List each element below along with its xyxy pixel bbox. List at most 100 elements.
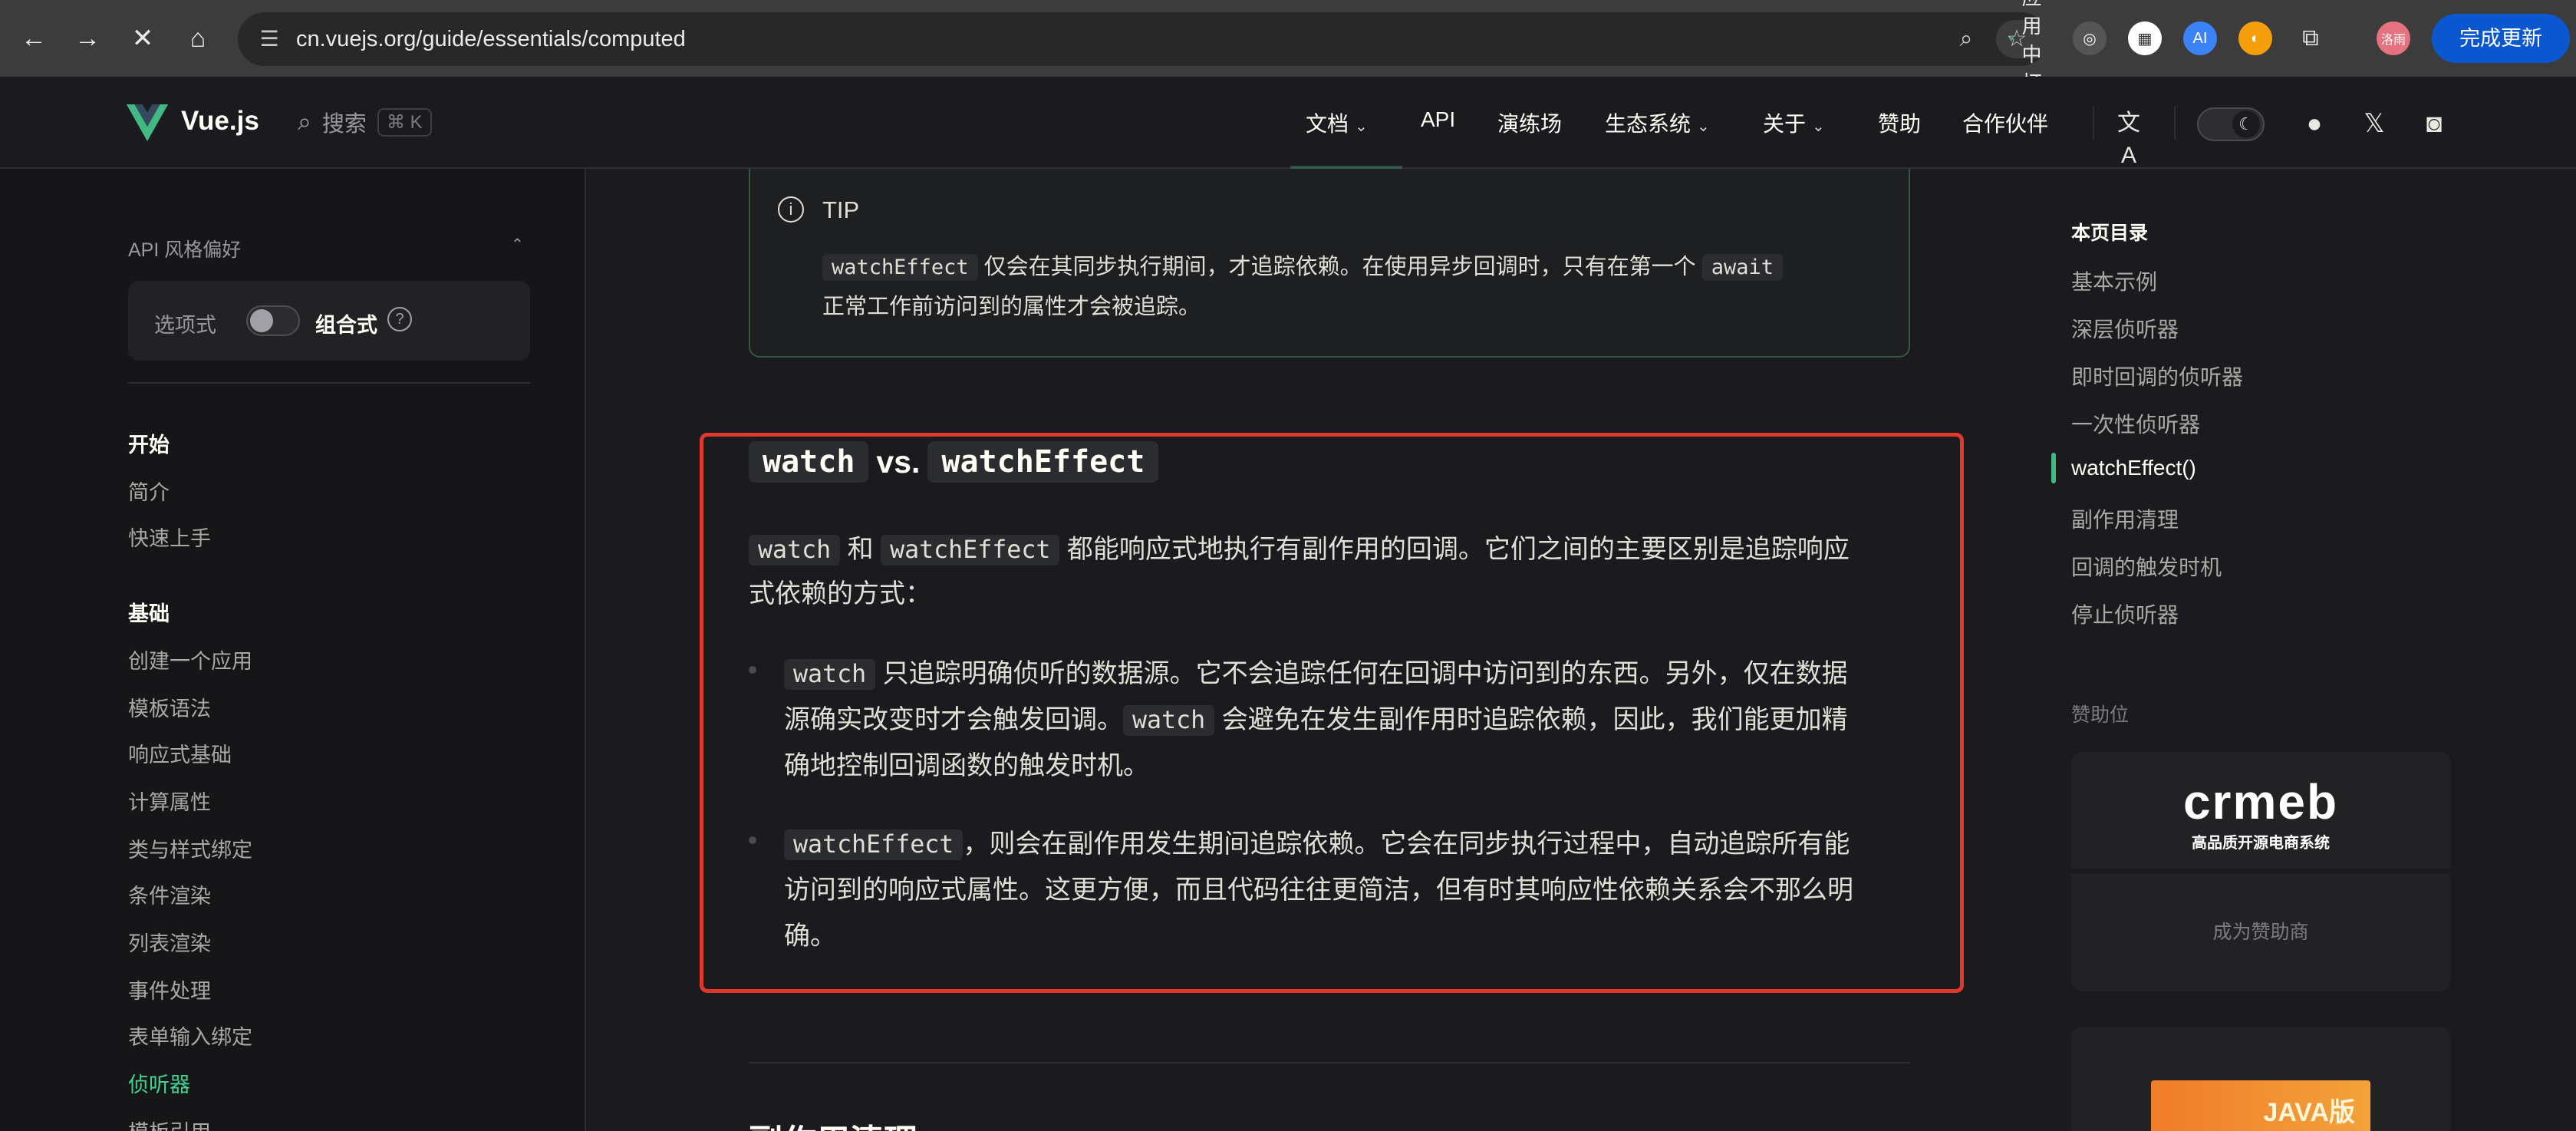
switch-knob: [250, 309, 273, 332]
text: 源确实改变时才会触发回调。: [784, 705, 1123, 734]
ad-card[interactable]: JAVA版: [2071, 1027, 2450, 1131]
sidebar-item-conditional[interactable]: 条件渲染: [128, 879, 211, 909]
nav-partners[interactable]: 合作伙伴: [1962, 107, 2048, 138]
help-icon[interactable]: ?: [387, 307, 412, 331]
heading-code: watchEffect: [927, 441, 1159, 483]
extension-icon[interactable]: ▦: [2128, 21, 2162, 55]
toc-item[interactable]: 停止侦听器: [2071, 598, 2179, 629]
nav-api[interactable]: API: [1421, 107, 1455, 132]
nav-about[interactable]: 关于 ⌄: [1763, 107, 1825, 138]
sidebar-item-events[interactable]: 事件处理: [128, 974, 211, 1004]
nav-ecosystem-label: 生态系统: [1605, 112, 1692, 136]
api-style-switch[interactable]: [246, 305, 300, 336]
intro-line-2: 式依赖的方式：: [749, 579, 931, 608]
toc-item-active[interactable]: watchEffect(): [2071, 456, 2196, 480]
inline-code: watch: [784, 659, 876, 690]
extensions-puzzle-icon[interactable]: ⧉: [2294, 21, 2327, 55]
chevron-down-icon: ⌄: [1812, 118, 1825, 135]
text: 会避免在发生副作用时追踪依赖，因此，我们能更加精: [1221, 705, 1848, 734]
info-icon: i: [778, 196, 804, 223]
bullet2-line-1: watchEffect ，则会在副作用发生期间追踪依赖。它会在同步执行过程中，自动…: [784, 823, 1850, 860]
chevron-down-icon: ⌄: [1355, 118, 1368, 135]
site-settings-icon[interactable]: ☰: [255, 25, 284, 54]
sidebar-item-create-app[interactable]: 创建一个应用: [128, 645, 252, 674]
sidebar-item-quick-start[interactable]: 快速上手: [128, 522, 211, 552]
forward-icon[interactable]: →: [66, 17, 109, 60]
site-title[interactable]: Vue.js: [181, 106, 259, 137]
chevron-down-icon: ⌄: [1697, 118, 1710, 135]
sidebar-item-template-refs[interactable]: 模板引用: [128, 1116, 211, 1131]
sidebar-item-list[interactable]: 列表渲染: [128, 927, 211, 957]
github-icon[interactable]: ●: [2298, 107, 2331, 140]
url-text[interactable]: cn.vuejs.org/guide/essentials/computed: [296, 12, 686, 66]
sidebar-item-template-syntax[interactable]: 模板语法: [128, 692, 211, 722]
address-bar[interactable]: ☰ cn.vuejs.org/guide/essentials/computed…: [238, 0, 2072, 123]
toc-item[interactable]: 基本示例: [2071, 265, 2157, 296]
toc-active-marker: [2051, 453, 2056, 483]
become-sponsor-link[interactable]: 成为赞助商: [2071, 873, 2450, 991]
toc-item[interactable]: 副作用清理: [2071, 503, 2179, 534]
bullet1-line-1: watch 只追踪明确侦听的数据源。它不会追踪任何在回调中访问到的东西。另外，仅…: [784, 652, 1848, 690]
toc-item[interactable]: 即时回调的侦听器: [2071, 361, 2243, 391]
sidebar-item-class-style[interactable]: 类与样式绑定: [128, 833, 252, 863]
inline-code: watchEffect: [881, 535, 1060, 566]
inline-code: watch: [1123, 705, 1215, 736]
nav-divider: [2174, 106, 2176, 140]
toc-item[interactable]: 回调的触发时机: [2071, 551, 2222, 582]
sidebar-item-watchers[interactable]: 侦听器: [128, 1068, 190, 1098]
zoom-icon[interactable]: ⌕: [1950, 23, 1982, 55]
update-button[interactable]: 完成更新: [2432, 14, 2570, 63]
nav-sponsor[interactable]: 赞助: [1878, 107, 1921, 138]
sidebar-item-reactivity[interactable]: 响应式基础: [128, 738, 232, 768]
nav-about-label: 关于: [1763, 112, 1807, 136]
browser-toolbar: ← → ✕ ⌂ ☰ cn.vuejs.org/guide/essentials/…: [0, 0, 2576, 123]
translate-icon[interactable]: 文A: [2113, 107, 2145, 168]
x-twitter-icon[interactable]: 𝕏: [2358, 107, 2390, 140]
text: 只追踪明确侦听的数据源。它不会追踪任何在回调中访问到的东西。另外，仅在数据: [882, 659, 1848, 688]
sidebar-divider: [128, 382, 530, 384]
sidebar-item-forms[interactable]: 表单输入绑定: [128, 1021, 252, 1050]
vue-logo-icon[interactable]: [126, 104, 169, 141]
tip-line-2: 正常工作前访问到的属性才会被追踪。: [822, 295, 1201, 319]
discord-icon[interactable]: ◙: [2418, 107, 2450, 140]
inline-code: watchEffect: [822, 254, 978, 281]
bullet2-line-2: 访问到的响应式属性。这更方便，而且代码往往更简洁，但有时其响应性依赖关系会不那么…: [784, 875, 1853, 905]
list-bullet: [749, 666, 756, 674]
moon-icon: ☾: [2232, 110, 2260, 138]
tip-callout: i TIP watchEffect 仅会在其同步执行期间，才追踪依赖。在使用异步…: [749, 169, 1910, 358]
toc-item[interactable]: 一次性侦听器: [2071, 408, 2200, 439]
sidebar: API 风格偏好 ⌃ 选项式 组合式 ? 开始 简介 快速上手 基础 创建一个应…: [0, 169, 586, 1131]
options-api-label[interactable]: 选项式: [154, 308, 216, 338]
extension-icon[interactable]: ◐: [2238, 21, 2272, 55]
text: 和: [847, 535, 874, 564]
nav-playground[interactable]: 演练场: [1497, 107, 1562, 138]
search-shortcut: ⌘ K: [377, 107, 432, 137]
ad-label: JAVA版: [2263, 1098, 2355, 1127]
home-icon[interactable]: ⌂: [176, 17, 219, 60]
search-icon: ⌕: [298, 107, 311, 135]
intro-line-1: watch 和 watchEffect 都能响应式地执行有副作用的回调。它们之间…: [749, 528, 1850, 566]
profile-avatar[interactable]: 洛雨: [2377, 21, 2410, 55]
search-button[interactable]: ⌕ 搜索 ⌘ K: [298, 106, 432, 138]
list-bullet: [749, 836, 756, 844]
ai-extension-icon[interactable]: AI: [2183, 21, 2217, 55]
chevron-up-icon[interactable]: ⌃: [511, 235, 524, 254]
nav-docs[interactable]: 文档 ⌄: [1306, 107, 1368, 138]
sponsor-logo[interactable]: crmeb 高品质开源电商系统: [2071, 752, 2450, 869]
inline-code: await: [1701, 254, 1783, 281]
theme-toggle[interactable]: ☾: [2197, 107, 2265, 141]
composition-api-label[interactable]: 组合式: [315, 308, 377, 338]
section-heading: watch vs. watchEffect: [749, 437, 1159, 486]
stop-loading-icon[interactable]: ✕: [121, 17, 164, 60]
toc-item[interactable]: 深层侦听器: [2071, 313, 2179, 344]
sidebar-item-introduction[interactable]: 简介: [128, 476, 170, 506]
nav-ecosystem[interactable]: 生态系统 ⌄: [1605, 107, 1710, 138]
heading-vs: vs.: [876, 443, 921, 480]
text: ，则会在副作用发生期间追踪依赖。它会在同步执行过程中，自动追踪所有能: [963, 829, 1850, 859]
sidebar-section-essentials: 基础: [128, 602, 170, 625]
extension-icon[interactable]: ◎: [2073, 21, 2107, 55]
back-icon[interactable]: ←: [12, 17, 55, 60]
api-preference-title[interactable]: API 风格偏好: [128, 235, 241, 262]
bookmark-star-icon[interactable]: ☆: [2001, 23, 2033, 55]
sidebar-item-computed[interactable]: 计算属性: [128, 786, 211, 816]
